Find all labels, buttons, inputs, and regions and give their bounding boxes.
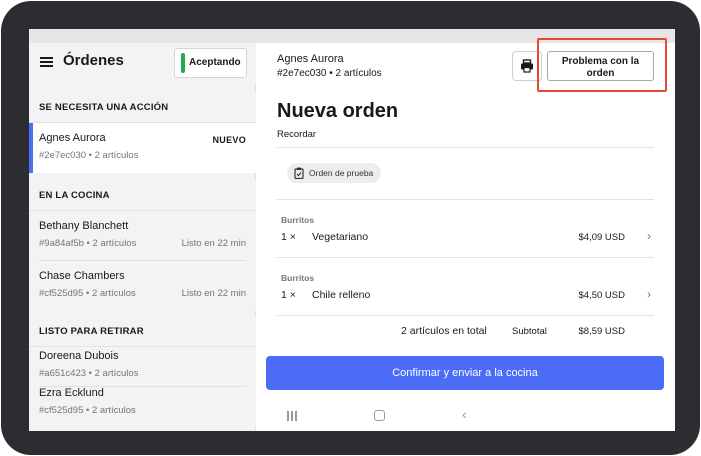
order-row-bethany[interactable]: Bethany Blanchett #9a84af5b • 2 artículo… [29, 211, 256, 261]
order-customer-name: Doreena Dubois [39, 350, 119, 362]
tablet-frame: Órdenes Aceptando SE NECESITA UNA ACCIÓN… [1, 1, 700, 455]
order-meta: #9a84af5b • 2 artículos [39, 238, 137, 249]
order-detail-panel: Agnes Aurora #2e7ec030 • 2 artículos Pro… [256, 43, 675, 431]
order-meta: #cf525d95 • 2 artículos [39, 288, 136, 299]
detail-order-meta: #2e7ec030 • 2 artículos [277, 68, 382, 79]
divider [277, 315, 654, 316]
subtotal-label: Subtotal [512, 326, 547, 337]
item-price: $4,09 USD [578, 232, 625, 243]
clipboard-icon [294, 167, 304, 179]
order-problem-button[interactable]: Problema con la orden [547, 51, 654, 81]
test-order-label: Orden de prueba [309, 168, 374, 178]
printer-icon [521, 59, 533, 73]
item-category: Burritos [281, 215, 315, 225]
item-price: $4,50 USD [578, 290, 625, 301]
app-screen: Órdenes Aceptando SE NECESITA UNA ACCIÓN… [29, 29, 675, 431]
item-name: Vegetariano [312, 231, 369, 243]
item-category: Burritos [281, 273, 315, 283]
section-in-kitchen: EN LA COCINA [29, 181, 256, 211]
test-order-tag: Orden de prueba [287, 163, 382, 183]
item-quantity: 1 × [281, 289, 296, 301]
order-row-agnes[interactable]: Agnes Aurora #2e7ec030 • 2 artículos NUE… [29, 123, 256, 173]
confirm-send-kitchen-button[interactable]: Confirmar y enviar a la cocina [266, 356, 664, 390]
chevron-right-icon[interactable]: › [647, 287, 651, 301]
order-meta: #a651c423 • 2 artículos [39, 368, 139, 379]
detail-customer-name: Agnes Aurora [277, 53, 344, 65]
total-items-count: 2 artículos en total [401, 325, 487, 337]
orders-sidebar: Órdenes Aceptando SE NECESITA UNA ACCIÓN… [29, 43, 256, 431]
remember-link[interactable]: Recordar [277, 129, 316, 140]
chevron-right-icon[interactable]: › [647, 229, 651, 243]
order-row-chase[interactable]: Chase Chambers #cf525d95 • 2 artículos L… [29, 261, 256, 311]
print-button[interactable] [512, 51, 542, 81]
subtotal-value: $8,59 USD [578, 326, 625, 337]
back-icon[interactable]: ‹ [462, 406, 467, 422]
page-title: Nueva orden [277, 100, 399, 122]
order-customer-name: Agnes Aurora [39, 132, 106, 144]
divider [277, 147, 654, 148]
section-ready-pickup: LISTO PARA RETIRAR [29, 317, 256, 347]
divider [277, 199, 654, 200]
order-meta: #2e7ec030 • 2 artículos [39, 150, 139, 161]
order-customer-name: Chase Chambers [39, 270, 125, 282]
order-meta: #cf525d95 • 2 artículos [39, 405, 136, 416]
divider [277, 257, 654, 258]
hamburger-menu-icon[interactable] [40, 57, 53, 67]
order-customer-name: Ezra Ecklund [39, 387, 104, 399]
orders-title: Órdenes [63, 52, 124, 69]
order-row-ezra[interactable]: Ezra Ecklund #cf525d95 • 2 artículos [29, 387, 256, 427]
new-badge: NUEVO [212, 135, 246, 145]
order-ready-time: Listo en 22 min [181, 288, 246, 299]
order-customer-name: Bethany Blanchett [39, 220, 129, 232]
section-action-needed: SE NECESITA UNA ACCIÓN [29, 93, 256, 123]
sidebar-header: Órdenes Aceptando [29, 43, 256, 83]
home-icon[interactable] [374, 410, 385, 421]
status-bar [29, 29, 675, 43]
order-ready-time: Listo en 22 min [181, 238, 246, 249]
recent-apps-icon[interactable] [286, 410, 298, 422]
system-nav-bar: ‹ [256, 404, 675, 431]
item-name: Chile relleno [312, 289, 371, 301]
order-row-doreena[interactable]: Doreena Dubois #a651c423 • 2 artículos [29, 347, 256, 387]
accepting-toggle[interactable]: Aceptando [174, 48, 247, 78]
item-quantity: 1 × [281, 231, 296, 243]
